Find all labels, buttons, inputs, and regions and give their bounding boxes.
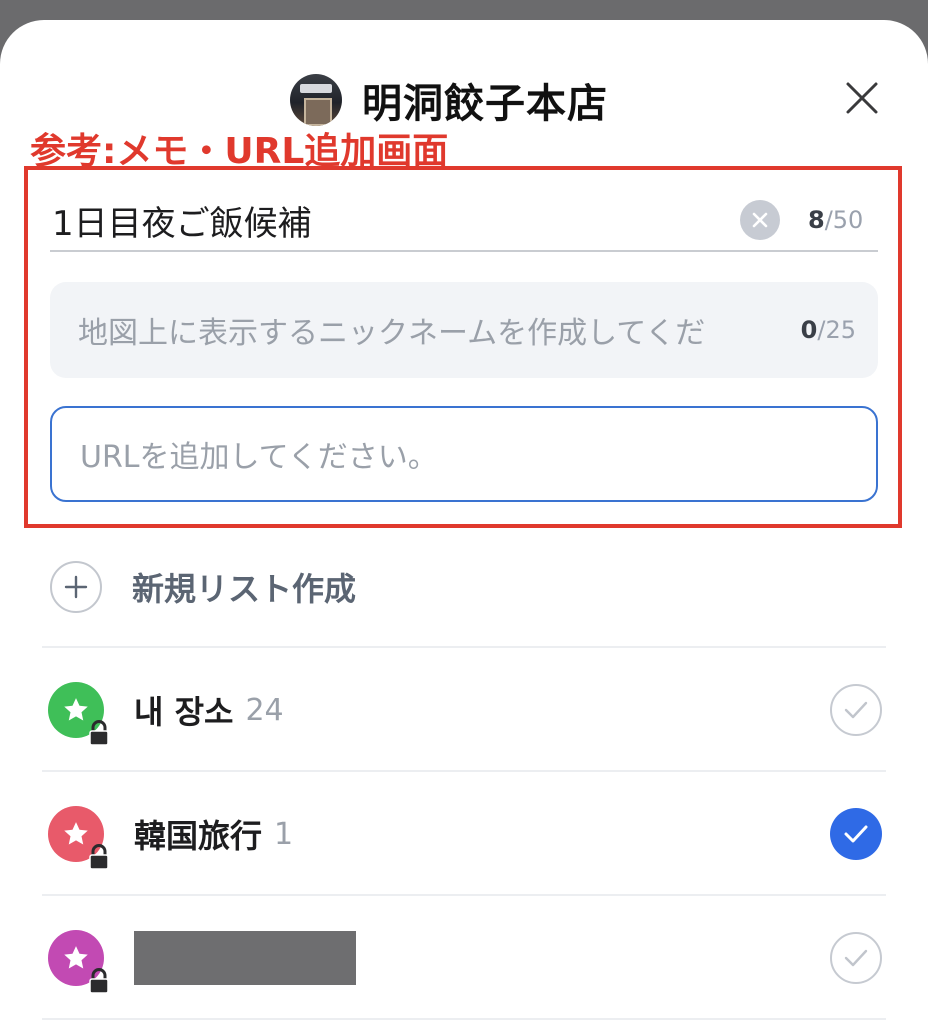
- list-icon: [48, 806, 109, 870]
- memo-value: 1日目夜ご飯候補: [52, 203, 312, 244]
- nickname-input[interactable]: 地図上に表示するニックネームを作成してくだ 0/25: [50, 282, 878, 378]
- checkbox-unchecked[interactable]: [830, 932, 882, 984]
- close-button[interactable]: [842, 78, 882, 118]
- list-name: 내 장소: [134, 693, 234, 731]
- lock-icon: [89, 968, 109, 994]
- nickname-placeholder: 地図上に表示するニックネームを作成してくだ: [78, 316, 706, 351]
- nickname-counter: 0/25: [800, 316, 856, 344]
- divider: [42, 1018, 886, 1020]
- clear-icon: [752, 212, 768, 228]
- lock-icon: [89, 720, 109, 746]
- close-icon: [846, 82, 878, 114]
- place-thumbnail: [290, 74, 342, 126]
- checkbox-checked[interactable]: [830, 808, 882, 860]
- list-count: 24: [245, 692, 284, 728]
- list-item-korea-trip[interactable]: 韓国旅行 1: [42, 774, 886, 894]
- list-icon: [48, 930, 109, 994]
- redacted-list-name: [134, 931, 356, 985]
- memo-counter: 8/50: [808, 206, 864, 234]
- new-list-button[interactable]: 新規リスト作成: [50, 560, 356, 614]
- list-name: 韓国旅行: [134, 817, 263, 855]
- divider: [42, 646, 886, 648]
- lock-icon: [89, 844, 109, 870]
- url-placeholder: URLを追加してください。: [80, 440, 438, 475]
- check-icon: [844, 825, 868, 843]
- check-icon: [844, 701, 868, 719]
- url-input[interactable]: URLを追加してください。: [50, 406, 878, 502]
- place-title: 明洞餃子本店: [362, 81, 608, 127]
- header: 明洞餃子本店: [0, 72, 928, 128]
- list-item-redacted[interactable]: [42, 898, 886, 1018]
- plus-icon: [50, 561, 102, 613]
- list-item-my-places[interactable]: 내 장소 24: [42, 650, 886, 770]
- check-icon: [844, 949, 868, 967]
- new-list-label: 新規リスト作成: [132, 570, 357, 608]
- list-count: 1: [274, 816, 294, 852]
- checkbox-unchecked[interactable]: [830, 684, 882, 736]
- list-icon: [48, 682, 109, 746]
- divider: [42, 894, 886, 896]
- divider: [42, 770, 886, 772]
- bottom-sheet: 明洞餃子本店 参考:メモ・URL追加画面 1日目夜ご飯候補 8/50 地図上に表…: [0, 20, 928, 1024]
- memo-field[interactable]: 1日目夜ご飯候補 8/50: [50, 190, 878, 252]
- clear-memo-button[interactable]: [740, 200, 780, 240]
